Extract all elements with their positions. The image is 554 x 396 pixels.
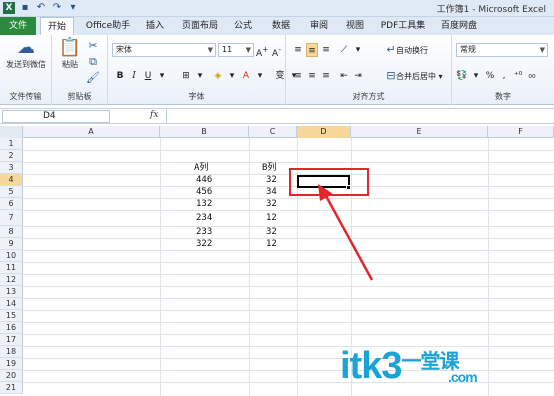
watermark-domain: .com bbox=[448, 369, 478, 385]
site-watermark: itk3一堂课 .com bbox=[340, 345, 478, 388]
annotation-arrow bbox=[318, 184, 374, 281]
annotation-arrow-head bbox=[318, 184, 333, 201]
annotation-arrow-shaft bbox=[324, 195, 374, 281]
watermark-text: itk3 bbox=[340, 345, 402, 387]
